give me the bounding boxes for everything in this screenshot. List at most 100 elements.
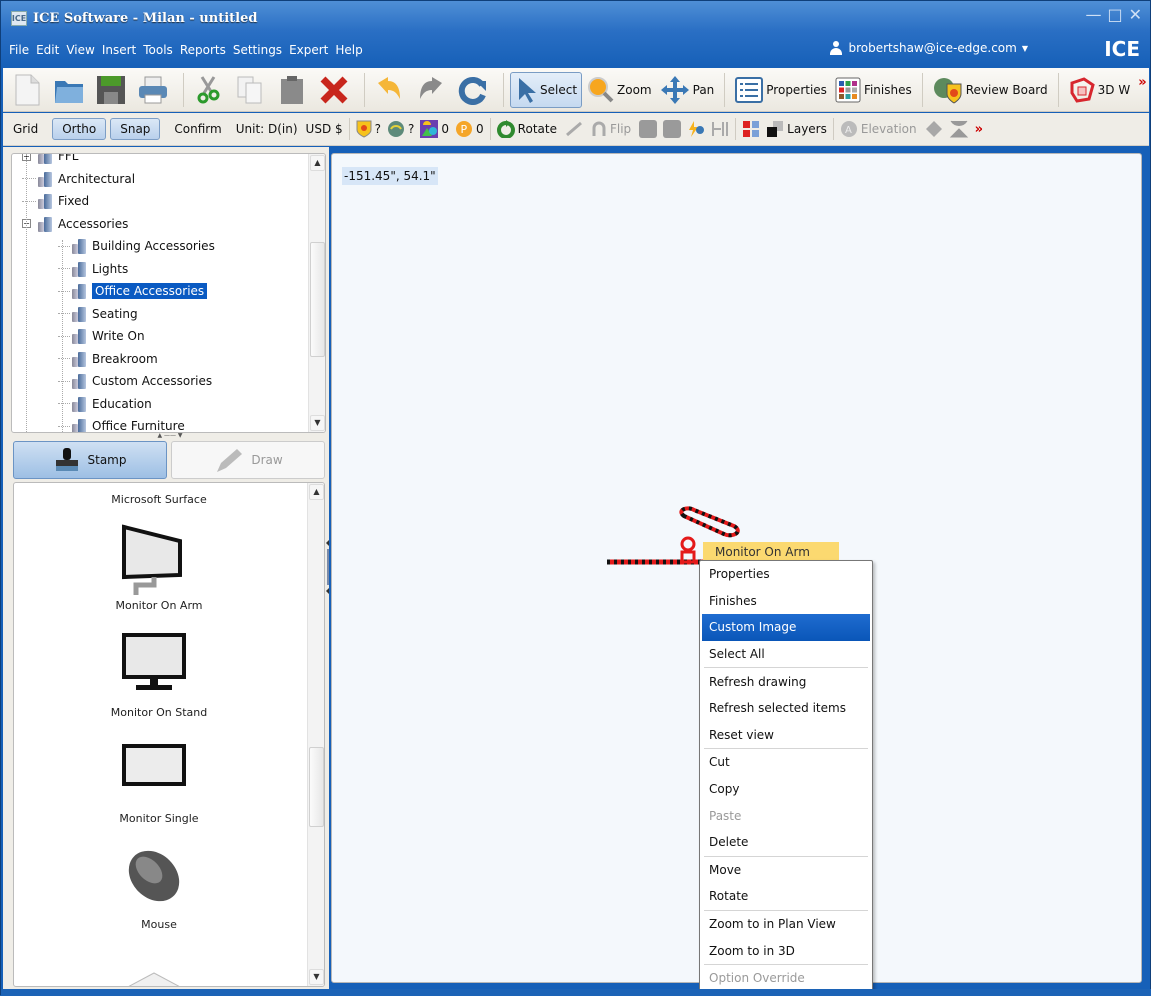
review-board-button[interactable]: Review Board <box>929 72 1052 108</box>
menu-expert[interactable]: Expert <box>289 43 328 57</box>
tree-item[interactable]: Custom Accessories <box>58 370 212 392</box>
refresh-icon[interactable] <box>455 72 491 108</box>
menu-edit[interactable]: Edit <box>36 43 59 57</box>
finishes-button[interactable]: Finishes <box>831 72 916 108</box>
scroll-thumb[interactable] <box>310 242 325 357</box>
tree-item[interactable]: Write On <box>58 325 145 347</box>
tree-item[interactable]: Lights <box>58 258 128 280</box>
draw-mode-button[interactable]: Draw <box>171 441 325 479</box>
gallery-item-label[interactable]: Monitor On Stand <box>14 706 304 719</box>
3d-view-button[interactable]: 3D W <box>1065 72 1135 108</box>
unit-selector[interactable]: Unit: D(in) <box>236 122 298 136</box>
cut-icon[interactable] <box>190 72 226 108</box>
context-menu-item-reset-view[interactable]: Reset view <box>702 722 870 749</box>
confirm-toggle[interactable]: Confirm <box>174 122 221 136</box>
menu-tools[interactable]: Tools <box>143 43 173 57</box>
gallery-item-label[interactable]: Microsoft Surface <box>14 493 304 506</box>
context-menu-item-custom-image[interactable]: Custom Image <box>702 614 870 641</box>
menu-reports[interactable]: Reports <box>180 43 226 57</box>
tree-item[interactable]: Office Furniture <box>58 415 185 432</box>
monitor-single-icon[interactable] <box>114 743 194 788</box>
snap-toggle[interactable]: Snap <box>110 118 161 140</box>
toolbar2-overflow-button[interactable]: » <box>975 122 983 137</box>
quick-action-button[interactable] <box>687 120 705 138</box>
tree-item[interactable]: Education <box>58 393 152 415</box>
copy-icon[interactable] <box>232 72 268 108</box>
tree-item[interactable]: Architectural <box>22 168 135 190</box>
grid-toggle[interactable]: Grid <box>13 122 38 136</box>
hourglass-button[interactable] <box>949 119 969 139</box>
pan-tool-button[interactable]: Pan <box>656 72 719 108</box>
scroll-down-arrow[interactable]: ▼ <box>310 415 325 431</box>
menu-file[interactable]: File <box>9 43 29 57</box>
layers-button[interactable]: Layers <box>766 120 827 138</box>
menu-settings[interactable]: Settings <box>233 43 282 57</box>
menu-view[interactable]: View <box>66 43 94 57</box>
ortho-toggle[interactable]: Ortho <box>52 118 107 140</box>
gallery-item-label[interactable]: Monitor Single <box>14 812 304 825</box>
tree-item[interactable]: Office Accessories <box>58 280 208 302</box>
print-icon[interactable] <box>135 72 171 108</box>
context-menu-item-properties[interactable]: Properties <box>702 561 870 588</box>
gallery-scrollbar[interactable]: ▲ ▼ <box>307 483 324 986</box>
elevation-button[interactable]: A Elevation <box>840 120 917 138</box>
menu-insert[interactable]: Insert <box>102 43 136 57</box>
redo-icon[interactable] <box>413 72 449 108</box>
panel-splitter-handle[interactable]: ▲ —— ▼ <box>145 433 195 439</box>
stamp-mode-button[interactable]: Stamp <box>13 441 167 479</box>
flip-button[interactable]: Flip <box>591 120 631 138</box>
tree-item[interactable]: Building Accessories <box>58 235 215 257</box>
gallery-item-label[interactable]: Monitor On Arm <box>14 599 304 612</box>
context-menu-item-finishes[interactable]: Finishes <box>702 588 870 615</box>
context-menu-item-move[interactable]: Move <box>702 857 870 884</box>
tree-item[interactable]: + FFL <box>22 154 79 167</box>
compliance-badge[interactable]: ? <box>356 120 381 138</box>
scroll-thumb[interactable] <box>309 747 324 827</box>
tree-item[interactable]: Seating <box>58 303 138 325</box>
points-badge[interactable]: P 0 <box>455 120 484 138</box>
mouse-icon[interactable] <box>114 846 194 906</box>
scroll-down-arrow[interactable]: ▼ <box>309 969 324 985</box>
align-edge-button[interactable] <box>711 120 729 138</box>
delete-icon[interactable] <box>316 72 352 108</box>
context-menu-item-zoom-to-in-plan-view[interactable]: Zoom to in Plan View <box>702 911 870 938</box>
flip-horizontal-button[interactable] <box>639 120 658 138</box>
tree-item[interactable]: Breakroom <box>58 348 158 370</box>
shapes-badge[interactable]: 0 <box>420 120 449 138</box>
context-menu-item-refresh-drawing[interactable]: Refresh drawing <box>702 668 870 695</box>
context-menu-item-select-all[interactable]: Select All <box>702 641 870 668</box>
monitor-on-arm-icon[interactable] <box>114 519 194 597</box>
new-document-icon[interactable] <box>9 72 45 108</box>
menu-help[interactable]: Help <box>335 43 362 57</box>
monitor-on-stand-icon[interactable] <box>114 633 194 693</box>
maximize-button[interactable]: □ <box>1107 5 1122 24</box>
toolbar-overflow-button[interactable]: » <box>1138 75 1146 90</box>
undo-icon[interactable] <box>371 72 407 108</box>
flip-vertical-button[interactable] <box>663 120 682 138</box>
minimize-button[interactable]: — <box>1085 5 1101 24</box>
context-menu-item-delete[interactable]: Delete <box>702 829 870 856</box>
grid-layout-button[interactable] <box>742 120 760 138</box>
context-menu-item-zoom-to-in-3d[interactable]: Zoom to in 3D <box>702 937 870 964</box>
close-button[interactable]: ✕ <box>1129 5 1142 24</box>
gallery-item-label[interactable]: Mouse <box>14 918 304 931</box>
save-icon[interactable] <box>93 72 129 108</box>
user-account-menu[interactable]: brobertshaw@ice-edge.com ▼ <box>829 41 1028 55</box>
scroll-up-arrow[interactable]: ▲ <box>310 155 325 171</box>
align-button[interactable] <box>565 121 583 137</box>
tree-item[interactable]: − Accessories <box>22 213 128 235</box>
context-menu-item-refresh-selected-items[interactable]: Refresh selected items <box>702 695 870 722</box>
diamond-button[interactable] <box>925 120 943 138</box>
rotate-button[interactable]: Rotate <box>496 120 557 138</box>
tree-item[interactable]: Fixed <box>22 190 89 212</box>
context-menu-item-cut[interactable]: Cut <box>702 749 870 776</box>
zoom-tool-button[interactable]: Zoom <box>582 72 656 108</box>
properties-button[interactable]: Properties <box>731 72 831 108</box>
select-tool-button[interactable]: Select <box>510 71 583 108</box>
paste-icon[interactable] <box>274 72 310 108</box>
tree-scrollbar[interactable]: ▲ ▼ <box>308 154 325 432</box>
scroll-up-arrow[interactable]: ▲ <box>309 484 324 500</box>
open-folder-icon[interactable] <box>51 72 87 108</box>
context-menu-item-copy[interactable]: Copy <box>702 776 870 803</box>
sustainability-badge[interactable]: ? <box>387 120 414 138</box>
